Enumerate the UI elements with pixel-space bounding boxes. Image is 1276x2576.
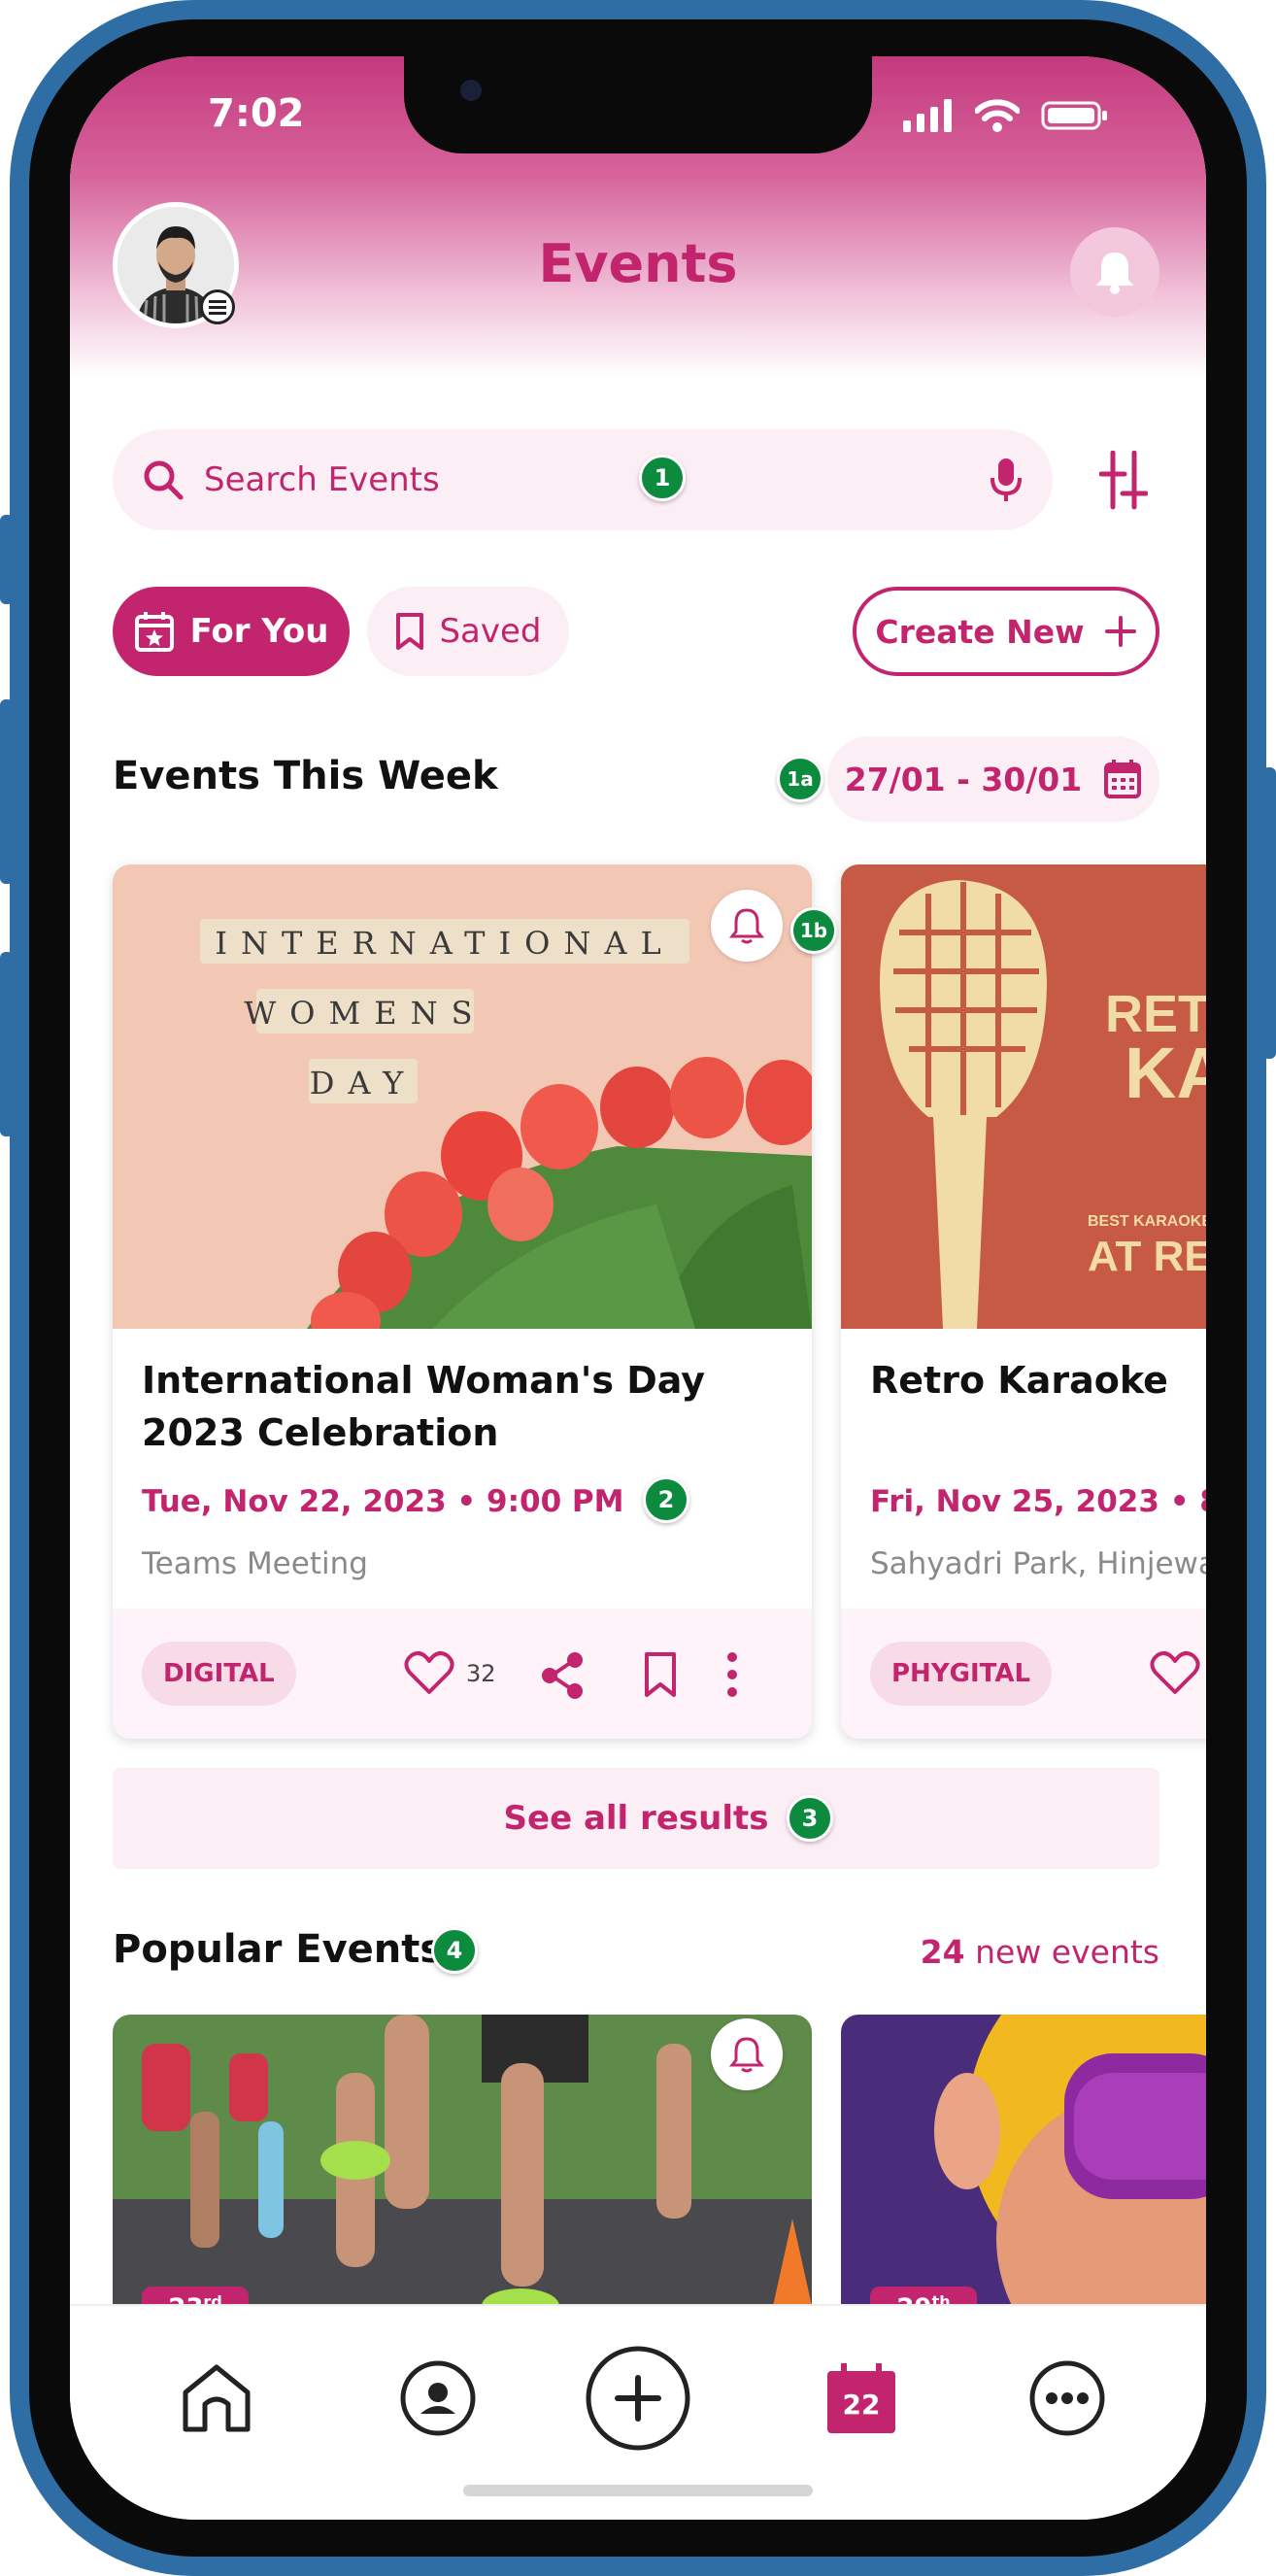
new-events-link[interactable]: 24 new events	[895, 1933, 1159, 1971]
nav-home[interactable]	[163, 2345, 270, 2452]
bookmark-icon	[396, 613, 424, 650]
svg-text:DAY: DAY	[310, 1065, 418, 1102]
see-all-label: See all results	[503, 1799, 769, 1838]
annotation-marker-1: 1	[639, 455, 686, 501]
event-title: Retro Karaoke	[870, 1359, 1168, 1402]
more-options-button[interactable]	[724, 1651, 740, 1698]
microphone-icon[interactable]	[989, 457, 1024, 503]
battery-icon	[1041, 101, 1107, 130]
popular-event-card[interactable]: 29th	[841, 2015, 1206, 2325]
heart-icon	[1150, 1651, 1200, 1694]
svg-text:WOMENS: WOMENS	[244, 995, 486, 1032]
popular-event-card[interactable]: 23rd	[113, 2015, 812, 2325]
share-button[interactable]	[540, 1651, 585, 1700]
bookmark-icon	[645, 1652, 676, 1697]
filter-sliders-icon	[1099, 451, 1148, 510]
search-bar[interactable]: Search Events	[113, 429, 1053, 530]
app-screen: 7:02 Events Search Events 1 For You Save…	[70, 56, 1206, 2520]
more-icon	[1029, 2360, 1105, 2436]
event-reminder-button[interactable]	[711, 2018, 783, 2090]
bell-outline-icon	[729, 2037, 764, 2073]
home-icon	[183, 2364, 251, 2432]
events-this-week-title: Events This Week	[113, 754, 498, 798]
create-new-button[interactable]: Create New	[853, 587, 1159, 676]
event-image-retro-karaoke: RETI KA BEST KARAOKE EVENT AT RE	[841, 864, 1206, 1329]
nav-more[interactable]	[1014, 2345, 1121, 2452]
tab-saved-label: Saved	[439, 612, 542, 651]
calendar-star-icon	[134, 612, 174, 652]
status-icons	[903, 99, 1109, 132]
letter-tiles-row-3: DAY	[309, 1059, 418, 1103]
notifications-button[interactable]	[1070, 227, 1159, 317]
event-location: Sahyadri Park, Hinjewadi	[870, 1546, 1206, 1581]
event-reminder-button[interactable]	[711, 890, 783, 962]
annotation-marker-1b: 1b	[790, 907, 837, 954]
date-range-label: 27/01 - 30/01	[844, 760, 1083, 798]
svg-text:BEST KARAOKE EVENT: BEST KARAOKE EVENT	[1088, 1213, 1206, 1230]
signal-icon	[903, 99, 952, 132]
like-button[interactable]: 32	[404, 1651, 496, 1696]
event-type-tag: PHYGITAL	[870, 1642, 1053, 1706]
create-new-label: Create New	[875, 612, 1085, 651]
new-events-count: 24	[920, 1933, 965, 1971]
wifi-icon	[975, 99, 1020, 132]
event-type-tag: DIGITAL	[142, 1642, 296, 1706]
svg-text:AT RE: AT RE	[1088, 1233, 1206, 1280]
tab-for-you-label: For You	[189, 612, 329, 651]
svg-text:KA: KA	[1125, 1033, 1206, 1113]
letter-tiles-row-1: INTERNATIONAL	[200, 919, 689, 964]
search-icon	[144, 460, 184, 500]
annotation-marker-2: 2	[643, 1476, 689, 1523]
volume-up-button	[0, 699, 14, 884]
calendar-day: 22	[842, 2389, 881, 2421]
vr-headset-image	[841, 2015, 1206, 2325]
calendar-icon: 22	[827, 2363, 895, 2433]
status-time: 7:02	[208, 91, 305, 136]
mute-switch	[0, 515, 14, 604]
page-title: Events	[538, 233, 738, 294]
heart-icon	[404, 1651, 454, 1694]
event-image-womens-day: INTERNATIONAL WOMENS DAY	[113, 864, 812, 1329]
bell-icon	[1095, 253, 1134, 294]
home-indicator	[463, 2485, 813, 2496]
annotation-marker-4: 4	[431, 1927, 478, 1974]
kebab-menu-icon	[727, 1652, 737, 1697]
event-card[interactable]: RETI KA BEST KARAOKE EVENT AT RE Retro K…	[841, 864, 1206, 1739]
notch	[404, 56, 872, 153]
popular-events-title: Popular Events	[113, 1927, 444, 1972]
new-events-label: new events	[975, 1933, 1159, 1971]
menu-badge-icon[interactable]	[200, 289, 235, 324]
event-card[interactable]: INTERNATIONAL WOMENS DAY International W…	[113, 864, 812, 1739]
add-icon	[586, 2346, 690, 2451]
nav-profile[interactable]	[385, 2345, 491, 2452]
event-date: Tue, Nov 22, 2023 • 9:00 PM	[142, 1484, 624, 1519]
date-range-picker[interactable]: 27/01 - 30/01	[827, 736, 1159, 822]
share-icon	[542, 1652, 583, 1699]
filter-button[interactable]	[1091, 445, 1156, 517]
profile-icon	[400, 2360, 476, 2436]
letter-tiles-row-2: WOMENS	[244, 989, 486, 1034]
like-count: 32	[466, 1660, 496, 1687]
plus-icon	[1104, 616, 1136, 647]
tab-saved[interactable]: Saved	[367, 587, 569, 676]
event-location: Teams Meeting	[142, 1546, 368, 1581]
power-button	[1262, 767, 1276, 1059]
search-input[interactable]: Search Events	[204, 460, 989, 499]
svg-text:INTERNATIONAL: INTERNATIONAL	[215, 925, 674, 962]
see-all-results-button[interactable]: See all results	[113, 1768, 1159, 1869]
bookmark-button[interactable]	[643, 1651, 678, 1698]
marathon-runners-image	[113, 2015, 812, 2325]
volume-down-button	[0, 952, 14, 1136]
annotation-marker-1a: 1a	[777, 756, 823, 802]
bell-outline-icon	[729, 908, 764, 944]
nav-calendar[interactable]: 22	[808, 2345, 915, 2452]
calendar-icon	[1104, 760, 1142, 798]
annotation-marker-3: 3	[787, 1795, 833, 1842]
event-date: Fri, Nov 25, 2023 • 8:00	[870, 1484, 1206, 1519]
nav-add[interactable]	[585, 2345, 691, 2452]
tab-for-you[interactable]: For You	[113, 587, 350, 676]
like-button[interactable]	[1150, 1651, 1200, 1696]
event-title: International Woman's Day 2023 Celebrati…	[142, 1359, 706, 1454]
front-camera	[460, 80, 482, 101]
